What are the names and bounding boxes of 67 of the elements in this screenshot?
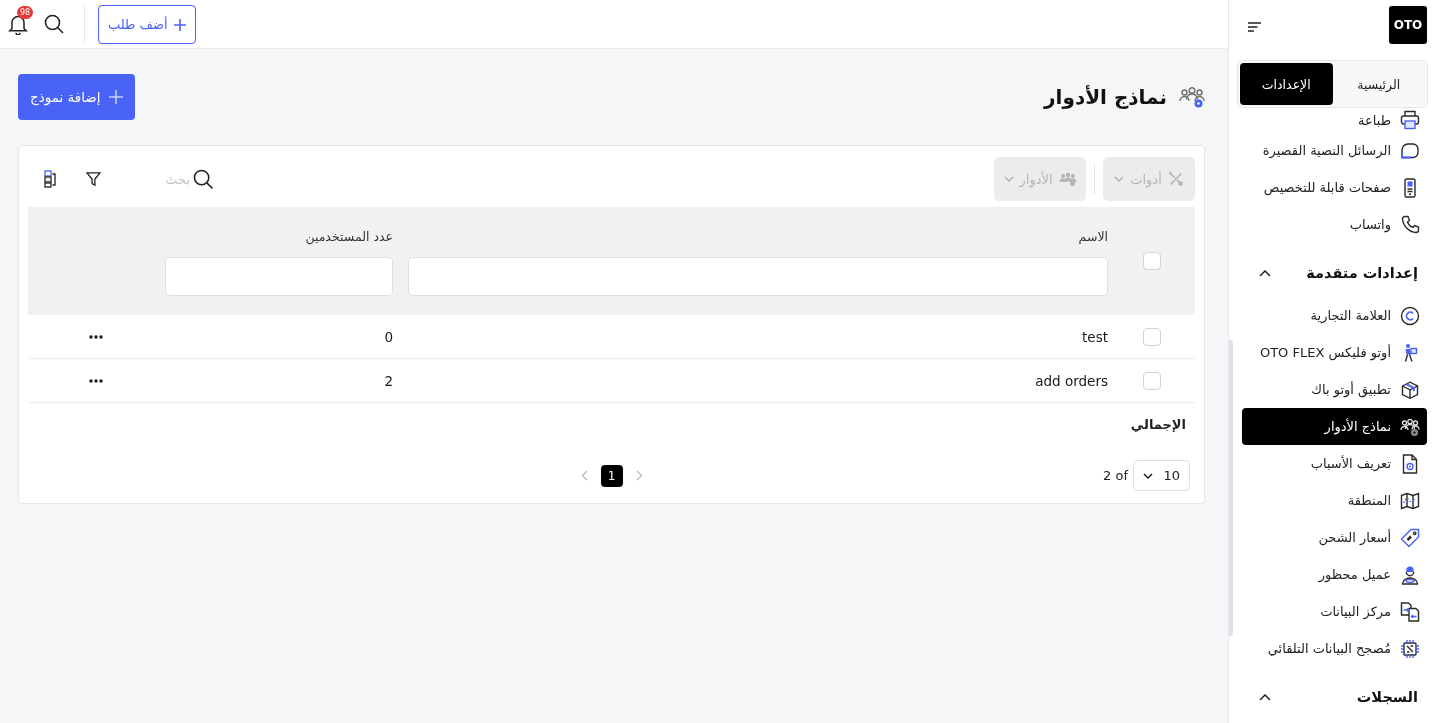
menu-icon[interactable] <box>1248 22 1261 32</box>
notification-badge: 98 <box>17 6 34 19</box>
sidebar-item[interactable]: المنطقة <box>1242 482 1427 519</box>
table-cell: add orders <box>1035 372 1108 389</box>
package-icon <box>1400 379 1420 400</box>
sidebar-item[interactable]: العلامة التجارية <box>1242 297 1427 334</box>
plus-icon <box>108 90 123 104</box>
copyright-icon <box>1400 305 1420 326</box>
more-icon[interactable] <box>89 378 103 383</box>
logo[interactable]: OTO <box>1389 6 1427 44</box>
sidebar-item[interactable]: أوتو فليكس OTO FLEX <box>1242 334 1427 371</box>
sidebar-item[interactable]: مُصجح البيانات التلقائي <box>1242 630 1427 667</box>
tab[interactable]: الرئيسية <box>1332 63 1425 105</box>
total-label: الإجمالي <box>1130 417 1186 432</box>
table-cell: 2 <box>384 372 393 389</box>
search-icon[interactable] <box>44 14 64 34</box>
sidebar-item[interactable]: نماذج الأدوار <box>1242 408 1427 445</box>
columns-icon[interactable] <box>44 170 56 188</box>
sidebar-item[interactable]: أسعار الشحن <box>1242 519 1427 556</box>
table-cell: test <box>1082 328 1108 345</box>
page-title: نماذج الأدوار <box>1044 85 1167 109</box>
price-tag-icon <box>1400 527 1420 548</box>
section-header[interactable]: السجلات <box>1229 667 1436 721</box>
column-header: الاسم <box>1077 229 1108 245</box>
checkbox[interactable] <box>1142 327 1161 346</box>
table-cell: 0 <box>384 328 393 345</box>
documents-arrows-icon <box>1400 601 1420 622</box>
tab[interactable]: الإعدادات <box>1240 63 1333 105</box>
column-header: عدد المستخدمين <box>304 229 393 245</box>
chat-bubble-icon <box>1400 140 1420 161</box>
phone-icon <box>1400 214 1420 235</box>
sidebar-item[interactable]: مركز البيانات <box>1242 593 1427 630</box>
chevron-down-icon <box>1003 176 1014 182</box>
users-gear-icon <box>1179 86 1205 108</box>
add-order-button[interactable]: أضف طلب <box>98 5 196 44</box>
column-filter-field[interactable] <box>165 257 393 296</box>
checkbox[interactable] <box>1142 252 1161 270</box>
section-header[interactable]: إعدادات متقدمة <box>1229 243 1436 297</box>
chevron-down-icon <box>1143 472 1153 479</box>
sidebar-item[interactable]: واتساب <box>1242 206 1427 243</box>
person-icon <box>1400 564 1420 585</box>
search-icon <box>193 168 214 190</box>
filter-icon[interactable] <box>86 171 101 187</box>
circuit-board-icon <box>1400 638 1420 659</box>
search-field[interactable]: بحث <box>160 171 190 187</box>
page-range-text: 2 of <box>1103 468 1128 483</box>
sidebar-item[interactable]: طباعة <box>1242 108 1427 132</box>
plus-icon <box>173 18 186 31</box>
tools-icon <box>1167 171 1184 187</box>
column-filter-field[interactable] <box>408 257 1108 296</box>
bell-icon[interactable] <box>8 13 28 35</box>
printer-icon <box>1400 110 1420 130</box>
sidebar-item[interactable]: الرسائل النصية القصيرة <box>1242 132 1427 169</box>
map-icon <box>1400 490 1420 511</box>
checkbox[interactable] <box>1142 371 1161 390</box>
more-icon[interactable] <box>89 334 103 339</box>
page-size-select[interactable]: 10 <box>1133 460 1190 491</box>
add-template-button[interactable]: إضافة نموذج <box>18 74 135 120</box>
users-gear-icon <box>1400 416 1420 437</box>
sidebar-item[interactable]: صفحات قابلة للتخصيص <box>1242 169 1427 206</box>
sidebar-item[interactable]: تطبيق أوتو باك <box>1242 371 1427 408</box>
page-button[interactable]: 1 <box>600 464 623 487</box>
chevron-down-icon <box>1114 176 1125 182</box>
sidebar-item[interactable]: تعريف الأسباب <box>1242 445 1427 482</box>
sidebar-item[interactable]: عميل محظور <box>1242 556 1427 593</box>
users-icon <box>1058 172 1077 186</box>
document-gear-icon <box>1400 453 1420 474</box>
